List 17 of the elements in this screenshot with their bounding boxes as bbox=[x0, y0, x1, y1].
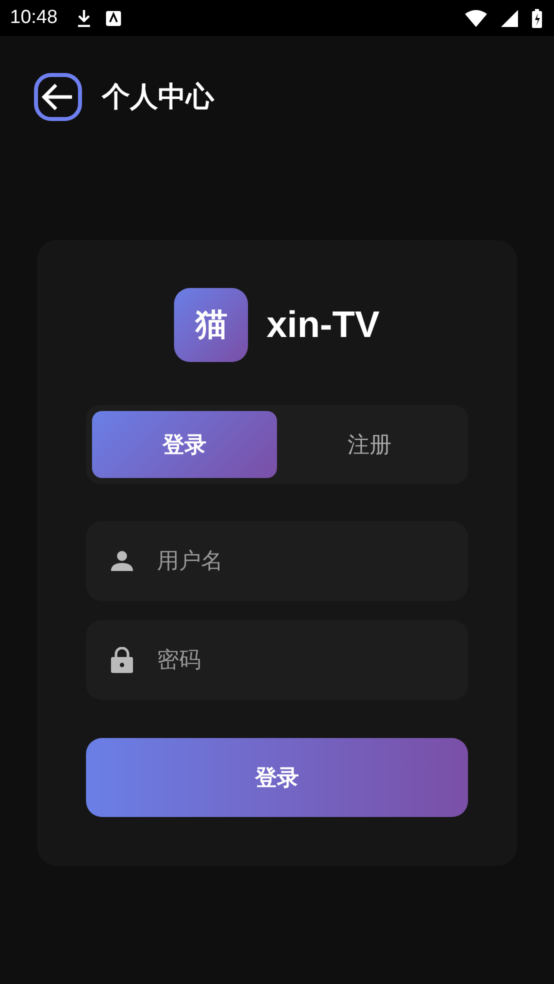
wifi-icon bbox=[465, 10, 487, 26]
signal-icon bbox=[501, 10, 518, 26]
battery-icon bbox=[532, 8, 542, 28]
app-logo: 猫 bbox=[174, 288, 248, 362]
input-field[interactable]: 用户名 bbox=[86, 521, 468, 601]
tab[interactable]: 登录 bbox=[92, 411, 277, 478]
login-button[interactable]: 登录 bbox=[86, 738, 468, 817]
lock-icon bbox=[111, 647, 133, 673]
app-name: xin-TV bbox=[266, 304, 380, 346]
user-icon bbox=[111, 550, 133, 572]
page-title: 个人中心 bbox=[102, 79, 214, 115]
back-button[interactable] bbox=[34, 73, 82, 121]
notification-icon bbox=[106, 10, 121, 26]
download-icon bbox=[76, 9, 92, 27]
tab[interactable]: 注册 bbox=[277, 411, 462, 478]
status-time: 10:48 bbox=[10, 7, 58, 29]
input-field[interactable]: 密码 bbox=[86, 620, 468, 700]
